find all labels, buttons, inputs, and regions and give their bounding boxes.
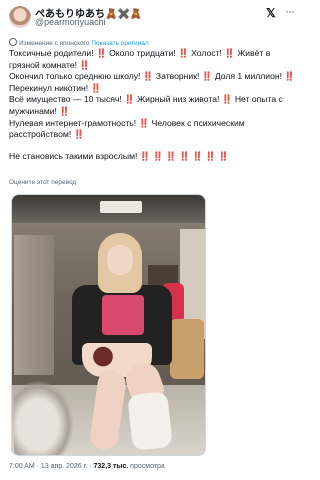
more-options-icon[interactable]: ··· — [285, 4, 295, 18]
photo-clutter — [14, 380, 74, 455]
views-label: просмотра — [128, 463, 165, 470]
tweet-line: Окончил только среднюю школу! ‼️ Затворн… — [9, 71, 296, 93]
x-logo-icon[interactable]: 𝕏 — [266, 6, 276, 20]
tweet-line: Токсичные родители! ‼️ Около тридцати! ‼… — [9, 48, 271, 70]
tweet-line: Всё имущество — 10 тысяч! ‼️ Жирный низ … — [9, 94, 283, 116]
photo-wicker-basket — [170, 319, 204, 379]
tweet-line: Нулевая интернет-грамотность! ‼️ Человек… — [9, 117, 245, 140]
tweet-text: Токсичные родители! ‼️ Около тридцати! ‼… — [9, 48, 303, 162]
tweet-closing-line: Не становись такими взрослым! ‼️ ‼️ ‼️ ‼… — [9, 150, 229, 161]
photo-ceiling-lamp — [100, 201, 142, 213]
tweet-header: ぺあもりゆあち🧸✖️🧸 @pearmoriyuachi 𝕏 ··· — [0, 0, 306, 38]
rate-translation-link[interactable]: Оцените этот перевод — [9, 179, 76, 186]
show-original-link[interactable]: Показать оригинал — [91, 40, 148, 47]
photo-person-top — [102, 295, 144, 335]
globe-icon — [9, 38, 17, 46]
photo-person-sock — [127, 391, 173, 451]
author-handle[interactable]: @pearmoriyuachi — [35, 17, 106, 27]
tweet-date[interactable]: 13 апр. 2026 г. — [41, 463, 87, 470]
views-count: 732,3 тыс. — [93, 463, 129, 470]
translated-label: Изменение с японского — [19, 40, 90, 47]
tweet-photo[interactable] — [11, 194, 206, 456]
tweet-time[interactable]: 7:00 AM — [9, 463, 35, 470]
avatar[interactable] — [9, 6, 31, 28]
photo-door — [14, 235, 54, 375]
photo-person-face — [107, 245, 133, 275]
translation-notice: Изменение с японского Показать оригинал — [9, 38, 149, 47]
tweet-meta: 7:00 AM · 13 апр. 2026 г. · 732,3 тыс. п… — [9, 463, 165, 470]
